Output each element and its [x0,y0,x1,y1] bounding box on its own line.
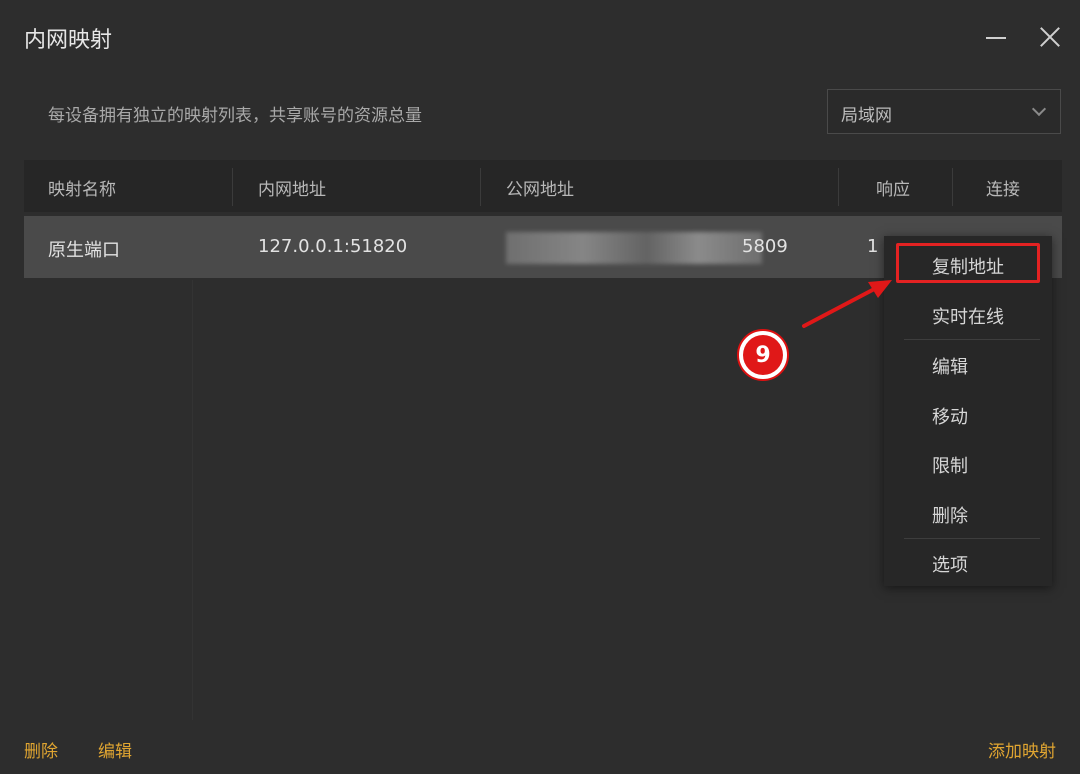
menu-item-edit[interactable]: 编辑 [884,344,1052,384]
table-header: 映射名称 内网地址 公网地址 响应 连接 [24,160,1062,212]
window-title: 内网映射 [24,28,113,53]
menu-item-move[interactable]: 移动 [884,394,1052,434]
menu-item-label: 复制地址 [932,257,1004,278]
mapping-table: 映射名称 内网地址 公网地址 响应 连接 原生端口 127.0.0.1:5182… [24,160,1062,278]
redacted-address [506,232,762,264]
column-divider[interactable] [232,168,233,206]
menu-item-label: 移动 [932,407,968,428]
window: 内网映射 每设备拥有独立的映射列表，共享账号的资源总量 局域网 映射名称 内网地… [0,0,1080,774]
menu-item-label: 选项 [932,555,968,576]
step-number: 9 [743,335,783,375]
column-divider[interactable] [838,168,839,206]
menu-item-label: 实时在线 [932,307,1004,328]
step-badge: 9 [737,329,789,381]
column-header-connect[interactable]: 连接 [986,175,1020,200]
menu-item-delete[interactable]: 删除 [884,493,1052,533]
cell-local-address: 127.0.0.1:51820 [258,236,408,257]
menu-item-limit[interactable]: 限制 [884,443,1052,483]
description-text: 每设备拥有独立的映射列表，共享账号的资源总量 [48,106,422,126]
network-select[interactable]: 局域网 [827,89,1061,134]
menu-divider [904,538,1040,539]
column-guide [192,280,193,720]
delete-button[interactable]: 删除 [24,737,58,762]
close-icon[interactable] [1036,22,1064,52]
cell-name: 原生端口 [48,240,120,261]
column-divider[interactable] [480,168,481,206]
column-divider[interactable] [952,168,953,206]
menu-item-copy-address[interactable]: 复制地址 [884,244,1052,284]
column-header-response[interactable]: 响应 [876,175,910,200]
menu-item-label: 编辑 [932,357,968,378]
context-menu: 复制地址 实时在线 编辑 移动 限制 删除 选项 [884,236,1052,586]
column-header-public[interactable]: 公网地址 [506,175,574,200]
minimize-icon[interactable] [982,22,1010,52]
cell-public-address-suffix: 5809 [742,236,788,257]
menu-divider [904,339,1040,340]
edit-button[interactable]: 编辑 [98,737,132,762]
add-mapping-button[interactable]: 添加映射 [988,737,1056,762]
menu-item-live-online[interactable]: 实时在线 [884,294,1052,334]
chevron-down-icon [1031,101,1047,117]
column-header-name[interactable]: 映射名称 [48,175,116,200]
menu-item-label: 删除 [932,506,968,527]
title-bar: 内网映射 [0,0,1080,76]
cell-response: 1 [867,236,879,257]
network-select-value: 局域网 [841,106,892,126]
column-header-local[interactable]: 内网地址 [258,175,326,200]
annotation-arrow-icon [802,280,892,328]
menu-item-label: 限制 [932,456,968,477]
menu-item-options[interactable]: 选项 [884,542,1052,582]
